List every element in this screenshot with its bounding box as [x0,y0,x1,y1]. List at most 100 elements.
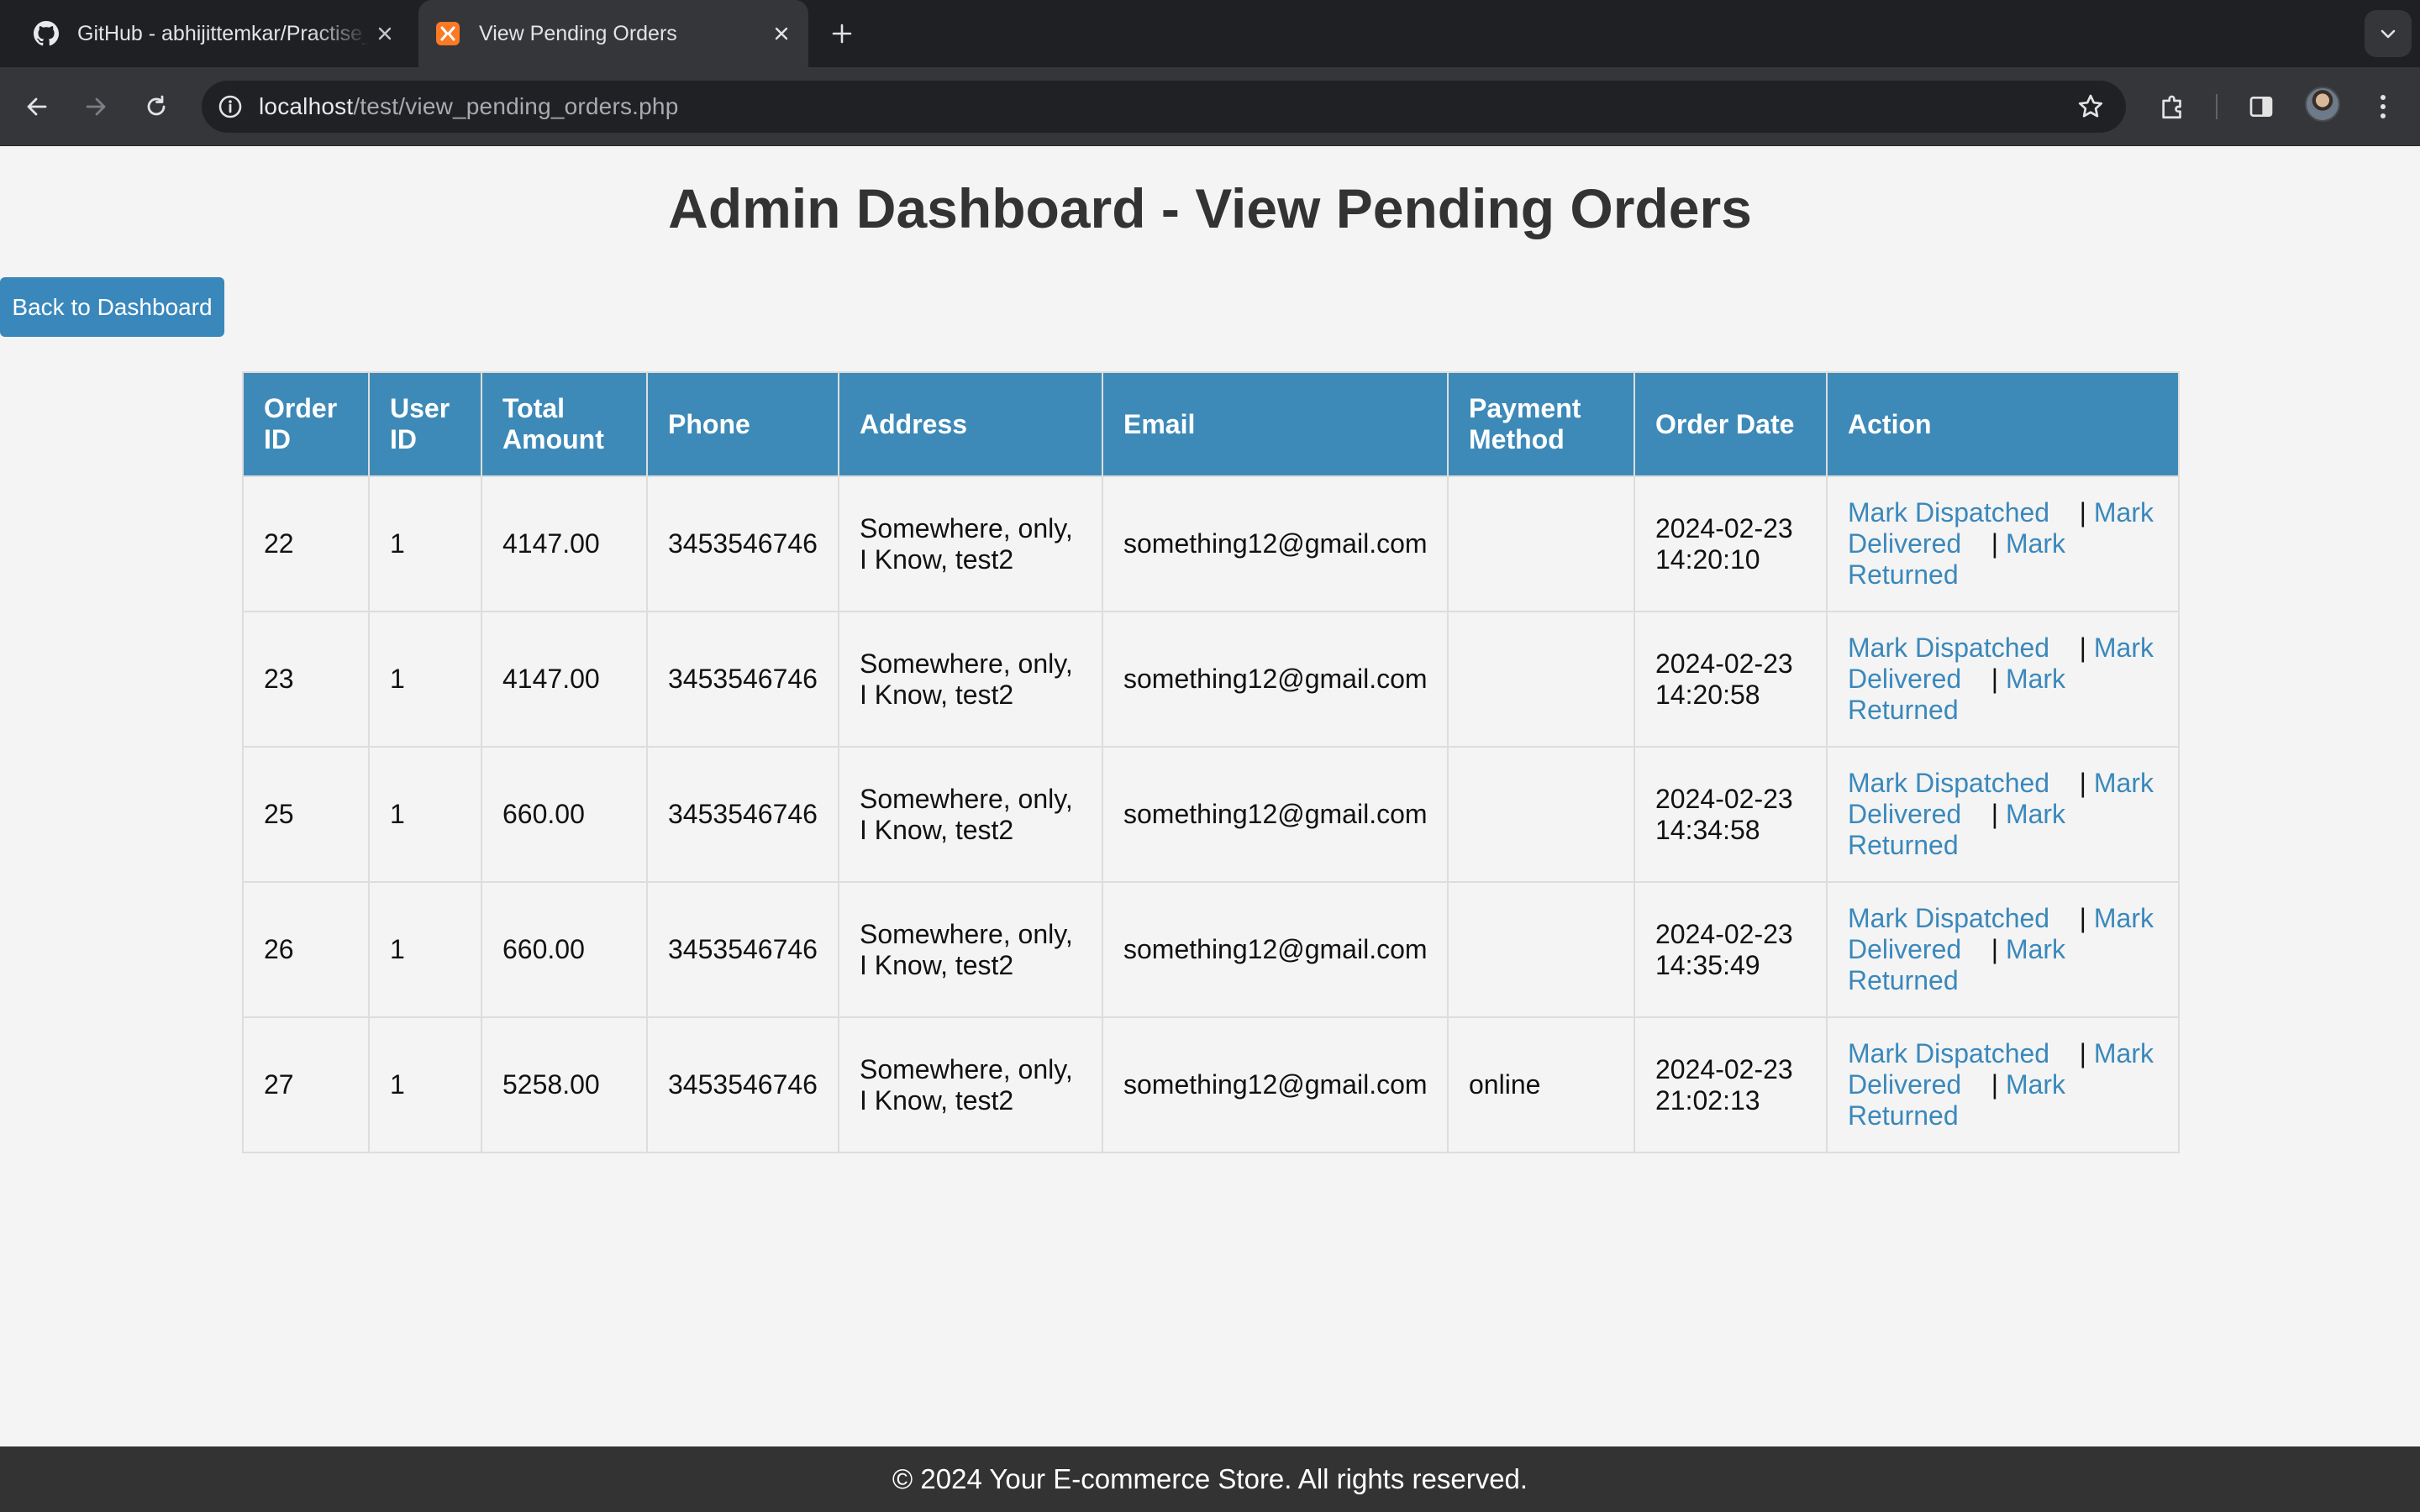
cell-order-date: 2024-02-23 14:20:10 [1634,475,1828,612]
action-separator: | [2079,903,2086,933]
cell-phone: 3453546746 [646,746,839,883]
xampp-icon [434,19,462,48]
forward-arrow-icon[interactable] [76,87,116,127]
header-payment-method: Payment Method [1447,371,1635,477]
cell-order-id: 27 [242,1016,370,1153]
cell-address: Somewhere, only, I Know, test2 [838,475,1103,612]
cell-email: something12@gmail.com [1102,746,1449,883]
cell-total-amount: 5258.00 [481,1016,648,1153]
table-header-row: Order ID User ID Total Amount Phone Addr… [242,371,2180,477]
header-action: Action [1826,371,2180,477]
cell-phone: 3453546746 [646,475,839,612]
side-panel-icon[interactable] [2241,87,2281,127]
cell-address: Somewhere, only, I Know, test2 [838,746,1103,883]
cell-order-date: 2024-02-23 14:35:49 [1634,881,1828,1018]
cell-actions: Mark Dispatched | Mark Delivered | Mark … [1826,881,2180,1018]
address-bar[interactable]: localhost/test/view_pending_orders.php [202,81,2126,133]
cell-total-amount: 4147.00 [481,475,648,612]
header-phone: Phone [646,371,839,477]
back-arrow-icon[interactable] [17,87,57,127]
cell-total-amount: 4147.00 [481,611,648,748]
action-separator: | [2079,1038,2086,1068]
cell-phone: 3453546746 [646,881,839,1018]
reload-icon[interactable] [136,87,176,127]
table-row: 22 1 4147.00 3453546746 Somewhere, only,… [242,475,2180,612]
cell-payment-method [1447,746,1635,883]
cell-order-id: 22 [242,475,370,612]
tab-search-chevron-icon[interactable] [2365,10,2412,57]
cell-email: something12@gmail.com [1102,611,1449,748]
cell-order-id: 25 [242,746,370,883]
toolbar-divider [2216,94,2217,119]
extensions-puzzle-icon[interactable] [2153,87,2193,127]
back-to-dashboard-button[interactable]: Back to Dashboard [0,277,224,337]
table-row: 27 1 5258.00 3453546746 Somewhere, only,… [242,1016,2180,1153]
header-user-id: User ID [368,371,482,477]
action-separator: | [1991,934,1999,964]
action-separator: | [1991,664,1999,694]
tab-view-pending-orders[interactable]: View Pending Orders [418,0,808,67]
mark-dispatched-link[interactable]: Mark Dispatched [1848,1038,2049,1068]
mark-dispatched-link[interactable]: Mark Dispatched [1848,768,2049,798]
cell-payment-method [1447,475,1635,612]
cell-order-date: 2024-02-23 21:02:13 [1634,1016,1828,1153]
header-address: Address [838,371,1103,477]
tab-github[interactable]: GitHub - abhijittemkar/Practise_code [17,0,412,67]
profile-avatar[interactable] [2305,87,2340,122]
action-separator: | [1991,528,1999,559]
tab-title: GitHub - abhijittemkar/Practise_code [77,21,370,45]
mark-dispatched-link[interactable]: Mark Dispatched [1848,903,2049,933]
site-info-icon[interactable] [213,90,247,123]
close-icon[interactable] [370,18,400,49]
close-icon[interactable] [766,18,797,49]
cell-payment-method: online [1447,1016,1635,1153]
table-row: 26 1 660.00 3453546746 Somewhere, only, … [242,881,2180,1018]
page-footer: © 2024 Your E-commerce Store. All rights… [0,1446,2420,1512]
cell-email: something12@gmail.com [1102,881,1449,1018]
cell-actions: Mark Dispatched | Mark Delivered | Mark … [1826,611,2180,748]
cell-phone: 3453546746 [646,611,839,748]
more-menu-icon[interactable] [2363,87,2403,127]
header-total-amount: Total Amount [481,371,648,477]
url-text: localhost/test/view_pending_orders.php [259,93,678,120]
cell-address: Somewhere, only, I Know, test2 [838,611,1103,748]
mark-dispatched-link[interactable]: Mark Dispatched [1848,497,2049,528]
header-order-id: Order ID [242,371,370,477]
cell-payment-method [1447,611,1635,748]
cell-email: something12@gmail.com [1102,1016,1449,1153]
pending-orders-table: Order ID User ID Total Amount Phone Addr… [242,371,2180,1153]
new-tab-plus-icon[interactable] [825,17,859,50]
cell-user-id: 1 [368,746,482,883]
header-order-date: Order Date [1634,371,1828,477]
cell-actions: Mark Dispatched | Mark Delivered | Mark … [1826,475,2180,612]
cell-actions: Mark Dispatched | Mark Delivered | Mark … [1826,746,2180,883]
cell-payment-method [1447,881,1635,1018]
cell-order-date: 2024-02-23 14:20:58 [1634,611,1828,748]
cell-user-id: 1 [368,475,482,612]
cell-user-id: 1 [368,611,482,748]
action-separator: | [2079,768,2086,798]
table-row: 23 1 4147.00 3453546746 Somewhere, only,… [242,611,2180,748]
mark-dispatched-link[interactable]: Mark Dispatched [1848,633,2049,663]
cell-phone: 3453546746 [646,1016,839,1153]
cell-total-amount: 660.00 [481,746,648,883]
action-separator: | [1991,1069,1999,1100]
cell-order-id: 26 [242,881,370,1018]
cell-order-date: 2024-02-23 14:34:58 [1634,746,1828,883]
table-row: 25 1 660.00 3453546746 Somewhere, only, … [242,746,2180,883]
browser-toolbar: localhost/test/view_pending_orders.php [0,67,2420,146]
url-path: /test/view_pending_orders.php [353,93,679,119]
cell-address: Somewhere, only, I Know, test2 [838,1016,1103,1153]
cell-total-amount: 660.00 [481,881,648,1018]
cell-actions: Mark Dispatched | Mark Delivered | Mark … [1826,1016,2180,1153]
cell-address: Somewhere, only, I Know, test2 [838,881,1103,1018]
cell-user-id: 1 [368,1016,482,1153]
url-host: localhost [259,93,354,119]
action-separator: | [1991,799,1999,829]
github-icon [32,19,60,48]
action-separator: | [2079,497,2086,528]
cell-user-id: 1 [368,881,482,1018]
bookmark-star-icon[interactable] [2074,90,2107,123]
cell-order-id: 23 [242,611,370,748]
footer-copyright: © 2024 Your E-commerce Store. All rights… [892,1463,1528,1494]
